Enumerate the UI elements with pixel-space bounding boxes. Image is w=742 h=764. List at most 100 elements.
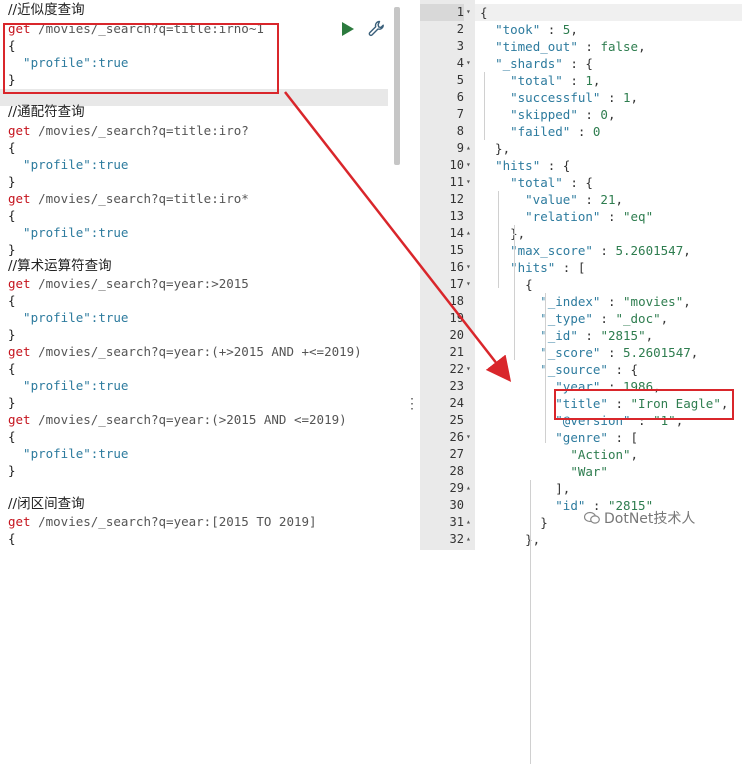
- fold-toggle-icon[interactable]: ▴: [466, 143, 476, 152]
- token: ,: [645, 328, 654, 343]
- fold-toggle-icon[interactable]: ▾: [466, 262, 476, 271]
- request-editor-scrollbar[interactable]: [394, 7, 400, 165]
- response-line: },: [480, 140, 510, 157]
- request-line: //近似度查询: [8, 2, 85, 18]
- token: "_source": [540, 362, 608, 377]
- fold-toggle-icon[interactable]: ▾: [466, 279, 476, 288]
- vertical-ellipsis-icon[interactable]: ⋮: [405, 396, 419, 416]
- token: : {: [562, 175, 593, 190]
- fold-toggle-icon[interactable]: ▾: [466, 177, 476, 186]
- response-line: "_type" : "_doc",: [480, 310, 668, 327]
- token: ,: [570, 22, 578, 37]
- token: "War": [570, 464, 608, 479]
- play-icon[interactable]: [342, 22, 354, 36]
- fold-toggle-icon[interactable]: ▾: [466, 160, 476, 169]
- json-value: :true: [90, 446, 129, 461]
- wrench-icon[interactable]: [368, 20, 386, 38]
- response-line: "value" : 21,: [480, 191, 623, 208]
- line-number: 23: [449, 379, 464, 393]
- http-method: get: [8, 123, 31, 138]
- token: "_doc": [615, 311, 661, 326]
- line-number: 25: [449, 413, 464, 427]
- fold-toggle-icon[interactable]: ▾: [466, 364, 476, 373]
- line-number: 18: [449, 294, 464, 308]
- request-line: {: [8, 429, 16, 444]
- response-line: "total" : 1,: [480, 72, 600, 89]
- token: ,: [690, 345, 699, 360]
- token: ,: [607, 107, 616, 122]
- response-line: "relation" : "eq": [480, 208, 653, 225]
- line-number: 17: [449, 277, 464, 291]
- token: "id": [555, 498, 586, 513]
- line-number: 20: [449, 328, 464, 342]
- fold-toggle-icon[interactable]: ▴: [466, 534, 476, 543]
- token: :: [600, 209, 623, 224]
- request-line: get /movies/_search?q=year:[2015 TO 2019…: [8, 513, 317, 530]
- request-line: get /movies/_search?q=year:(+>2015 AND +…: [8, 343, 362, 360]
- token: "max_score": [510, 243, 593, 258]
- line-number: 8: [456, 124, 464, 138]
- token: : {: [562, 56, 593, 71]
- fold-toggle-icon[interactable]: ▴: [466, 228, 476, 237]
- token: :: [577, 107, 601, 122]
- highlight-box-title: [554, 389, 734, 420]
- line-number: 24: [449, 396, 464, 410]
- highlight-box-request: [3, 23, 279, 94]
- line-number: 11: [449, 175, 464, 189]
- indent-guide: [530, 480, 531, 764]
- token: "_shards": [495, 56, 563, 71]
- response-line: "successful" : 1,: [480, 89, 638, 106]
- token: },: [480, 532, 541, 547]
- token: "hits": [510, 260, 556, 275]
- indent-guide: [484, 72, 485, 140]
- token: "2815": [600, 328, 646, 343]
- response-line: "total" : {: [480, 174, 593, 191]
- json-key: "profile": [8, 157, 91, 172]
- token: :: [600, 345, 624, 360]
- request-line: }: [8, 395, 16, 410]
- token: 0: [600, 107, 608, 122]
- token: :: [600, 90, 623, 105]
- line-number: 12: [449, 192, 464, 206]
- response-line: "hits" : {: [480, 157, 570, 174]
- response-line: "Action",: [480, 446, 638, 463]
- token: "successful": [510, 90, 601, 105]
- line-number: 15: [449, 243, 464, 257]
- token: "skipped": [510, 107, 578, 122]
- token: :: [600, 294, 624, 309]
- token: : {: [540, 158, 571, 173]
- response-line: },: [480, 225, 525, 242]
- line-number: 13: [449, 209, 464, 223]
- token: "total": [510, 73, 563, 88]
- response-line: "genre" : [: [480, 429, 638, 446]
- token: :: [592, 311, 616, 326]
- indent-guide: [545, 293, 546, 443]
- token: {: [480, 5, 488, 20]
- token: ,: [683, 243, 691, 258]
- token: : {: [607, 362, 639, 377]
- response-line: "max_score" : 5.2601547,: [480, 242, 691, 259]
- token: "relation": [525, 209, 601, 224]
- response-line: "took" : 5,: [480, 21, 578, 38]
- fold-toggle-icon[interactable]: ▴: [466, 483, 476, 492]
- fold-toggle-icon[interactable]: ▾: [466, 432, 476, 441]
- fold-toggle-icon[interactable]: ▴: [466, 517, 476, 526]
- token: :: [577, 39, 601, 54]
- token: :: [540, 22, 563, 37]
- fold-toggle-icon[interactable]: ▾: [466, 58, 476, 67]
- request-line: }: [8, 463, 16, 478]
- line-number: 4: [456, 56, 464, 70]
- request-line: get /movies/_search?q=year:>2015: [8, 275, 249, 292]
- token: "took": [495, 22, 541, 37]
- http-method: get: [8, 514, 31, 529]
- response-line: {: [480, 4, 488, 21]
